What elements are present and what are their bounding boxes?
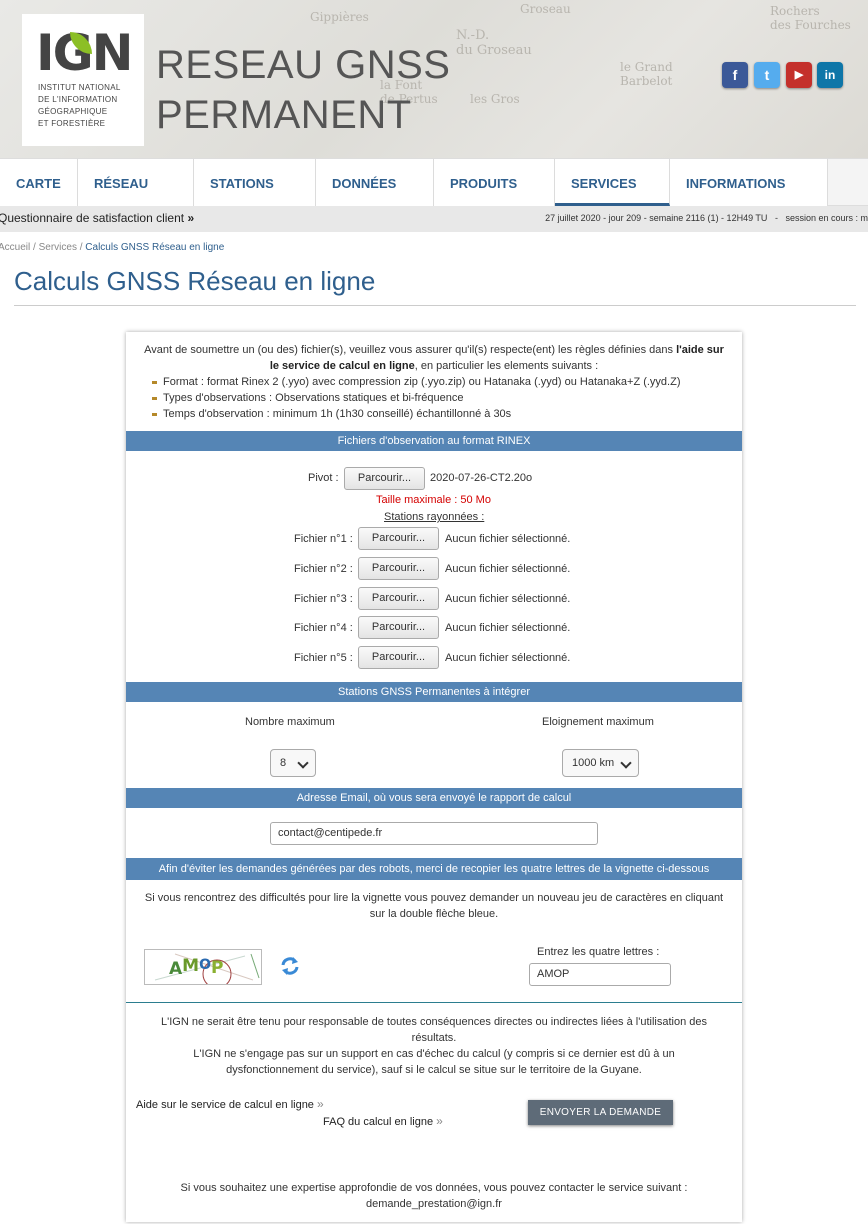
list-item: Types d'observations : Observations stat… (152, 390, 681, 406)
info-bar: Questionnaire de satisfaction client » 2… (0, 206, 868, 232)
rinex-section-header: Fichiers d'observation au format RINEX (126, 431, 742, 451)
max-size-note: Taille maximale : 50 Mo (376, 494, 491, 506)
map-background: les Gros (470, 92, 520, 106)
calc-form-panel: Avant de soumettre un (ou des) fichier(s… (126, 332, 742, 1222)
map-background: Gippières (310, 10, 369, 24)
pivot-browse-button[interactable]: Parcourir... (344, 467, 425, 490)
captcha-input[interactable]: AMOP (529, 963, 671, 986)
session-info: session en cours : m (785, 213, 868, 223)
stations-section-header: Stations GNSS Permanentes à intégrer (126, 682, 742, 702)
max-count-label: Nombre maximum (245, 716, 335, 728)
double-chevron-icon: » (187, 211, 195, 225)
faq-link[interactable]: FAQ du calcul en ligne » (323, 1114, 443, 1128)
file-3-label: Fichier n°3 : (294, 593, 353, 605)
file-3-browse-button[interactable]: Parcourir... (358, 587, 439, 610)
file-1-status: Aucun fichier sélectionné. (445, 533, 571, 545)
linkedin-icon[interactable]: in (817, 62, 843, 88)
disclaimer-text: L'IGN ne serait être tenu pour responsab… (161, 1016, 707, 1076)
map-background: Rochers des Fourches (770, 4, 851, 32)
captcha-image: AMOP (144, 949, 262, 985)
nav-carte[interactable]: CARTE (0, 159, 78, 206)
max-distance-label: Eloignement maximum (542, 716, 654, 728)
pivot-file-name: 2020-07-26-CT2.20o (430, 472, 533, 484)
intro-text: Avant de soumettre un (ou des) fichier(s… (144, 344, 724, 372)
nav-produits[interactable]: PRODUITS (434, 159, 555, 206)
captcha-section-header: Afin d'éviter les demandes générées par … (126, 858, 742, 880)
survey-link[interactable]: Questionnaire de satisfaction client » (0, 211, 194, 225)
title-divider (14, 305, 856, 306)
section-divider (126, 1002, 742, 1003)
file-2-browse-button[interactable]: Parcourir... (358, 557, 439, 580)
captcha-letters: AMOP (169, 956, 223, 979)
breadcrumb-home[interactable]: Accueil (0, 242, 30, 253)
main-nav: CARTE RÉSEAU STATIONS DONNÉES PRODUITS S… (0, 158, 868, 206)
double-chevron-icon: » (317, 1097, 324, 1111)
youtube-icon[interactable]: ▶ (786, 62, 812, 88)
captcha-help-text: Si vous rencontrez des difficultés pour … (144, 892, 724, 920)
email-field[interactable]: contact@centipede.fr (270, 822, 598, 845)
file-2-status: Aucun fichier sélectionné. (445, 563, 571, 575)
nav-donnees[interactable]: DONNÉES (316, 159, 434, 206)
double-chevron-icon: » (436, 1114, 443, 1128)
logo-subtitle: INSTITUT NATIONAL DE L'INFORMATION GÉOGR… (38, 83, 121, 128)
help-service-link[interactable]: Aide sur le service de calcul en ligne » (136, 1097, 324, 1111)
email-section-header: Adresse Email, où vous sera envoyé le ra… (126, 788, 742, 808)
ign-logo[interactable]: IGN INSTITUT NATIONAL DE L'INFORMATION G… (22, 14, 144, 146)
facebook-icon[interactable]: f (722, 62, 748, 88)
date-info: 27 juillet 2020 - jour 209 - semaine 211… (545, 213, 868, 223)
refresh-icon[interactable] (280, 956, 300, 976)
twitter-icon[interactable]: t (754, 62, 780, 88)
file-4-status: Aucun fichier sélectionné. (445, 622, 571, 634)
list-item: Format : format Rinex 2 (.yyo) avec comp… (152, 374, 681, 390)
nav-reseau[interactable]: RÉSEAU (78, 159, 194, 206)
nav-services[interactable]: SERVICES (555, 159, 670, 206)
list-item: Temps d'observation : minimum 1h (1h30 c… (152, 406, 681, 422)
nav-filler (828, 159, 868, 205)
map-background: le Grand Barbelot (620, 60, 673, 88)
file-2-label: Fichier n°2 : (294, 563, 353, 575)
file-4-browse-button[interactable]: Parcourir... (358, 616, 439, 639)
nav-informations[interactable]: INFORMATIONS (670, 159, 828, 206)
file-5-label: Fichier n°5 : (294, 652, 353, 664)
chevron-down-icon (620, 757, 632, 769)
breadcrumb-services[interactable]: Services (39, 242, 77, 253)
max-distance-select[interactable]: 1000 km (562, 749, 639, 777)
file-3-status: Aucun fichier sélectionné. (445, 593, 571, 605)
chevron-down-icon (297, 757, 309, 769)
breadcrumb: Accueil / Services / Calculs GNSS Réseau… (0, 242, 225, 253)
captcha-input-label: Entrez les quatre lettres : (537, 946, 660, 958)
footer-contact: Si vous souhaitez une expertise approfon… (138, 1180, 730, 1212)
pivot-label: Pivot : (308, 472, 339, 484)
max-count-select[interactable]: 8 (270, 749, 316, 777)
page-title: Calculs GNSS Réseau en ligne (14, 266, 376, 296)
site-title: RESEAU GNSS PERMANENT (156, 43, 451, 137)
requirements-list: Format : format Rinex 2 (.yyo) avec comp… (152, 374, 681, 422)
nav-stations[interactable]: STATIONS (194, 159, 316, 206)
file-5-browse-button[interactable]: Parcourir... (358, 646, 439, 669)
map-background: Groseau (520, 2, 571, 16)
file-5-status: Aucun fichier sélectionné. (445, 652, 571, 664)
file-1-label: Fichier n°1 : (294, 533, 353, 545)
breadcrumb-current[interactable]: Calculs GNSS Réseau en ligne (85, 242, 224, 253)
logo-wordmark: IGN (36, 24, 133, 82)
send-request-button[interactable]: ENVOYER LA DEMANDE (528, 1100, 673, 1125)
map-background: N.-D. du Groseau (456, 28, 532, 58)
file-4-label: Fichier n°4 : (294, 622, 353, 634)
stations-label: Stations rayonnées : (384, 511, 485, 523)
site-header: Gippières N.-D. du Groseau Groseau la Fon… (0, 0, 868, 158)
contact-email-link[interactable]: demande_prestation@ign.fr (138, 1196, 730, 1212)
file-1-browse-button[interactable]: Parcourir... (358, 527, 439, 550)
